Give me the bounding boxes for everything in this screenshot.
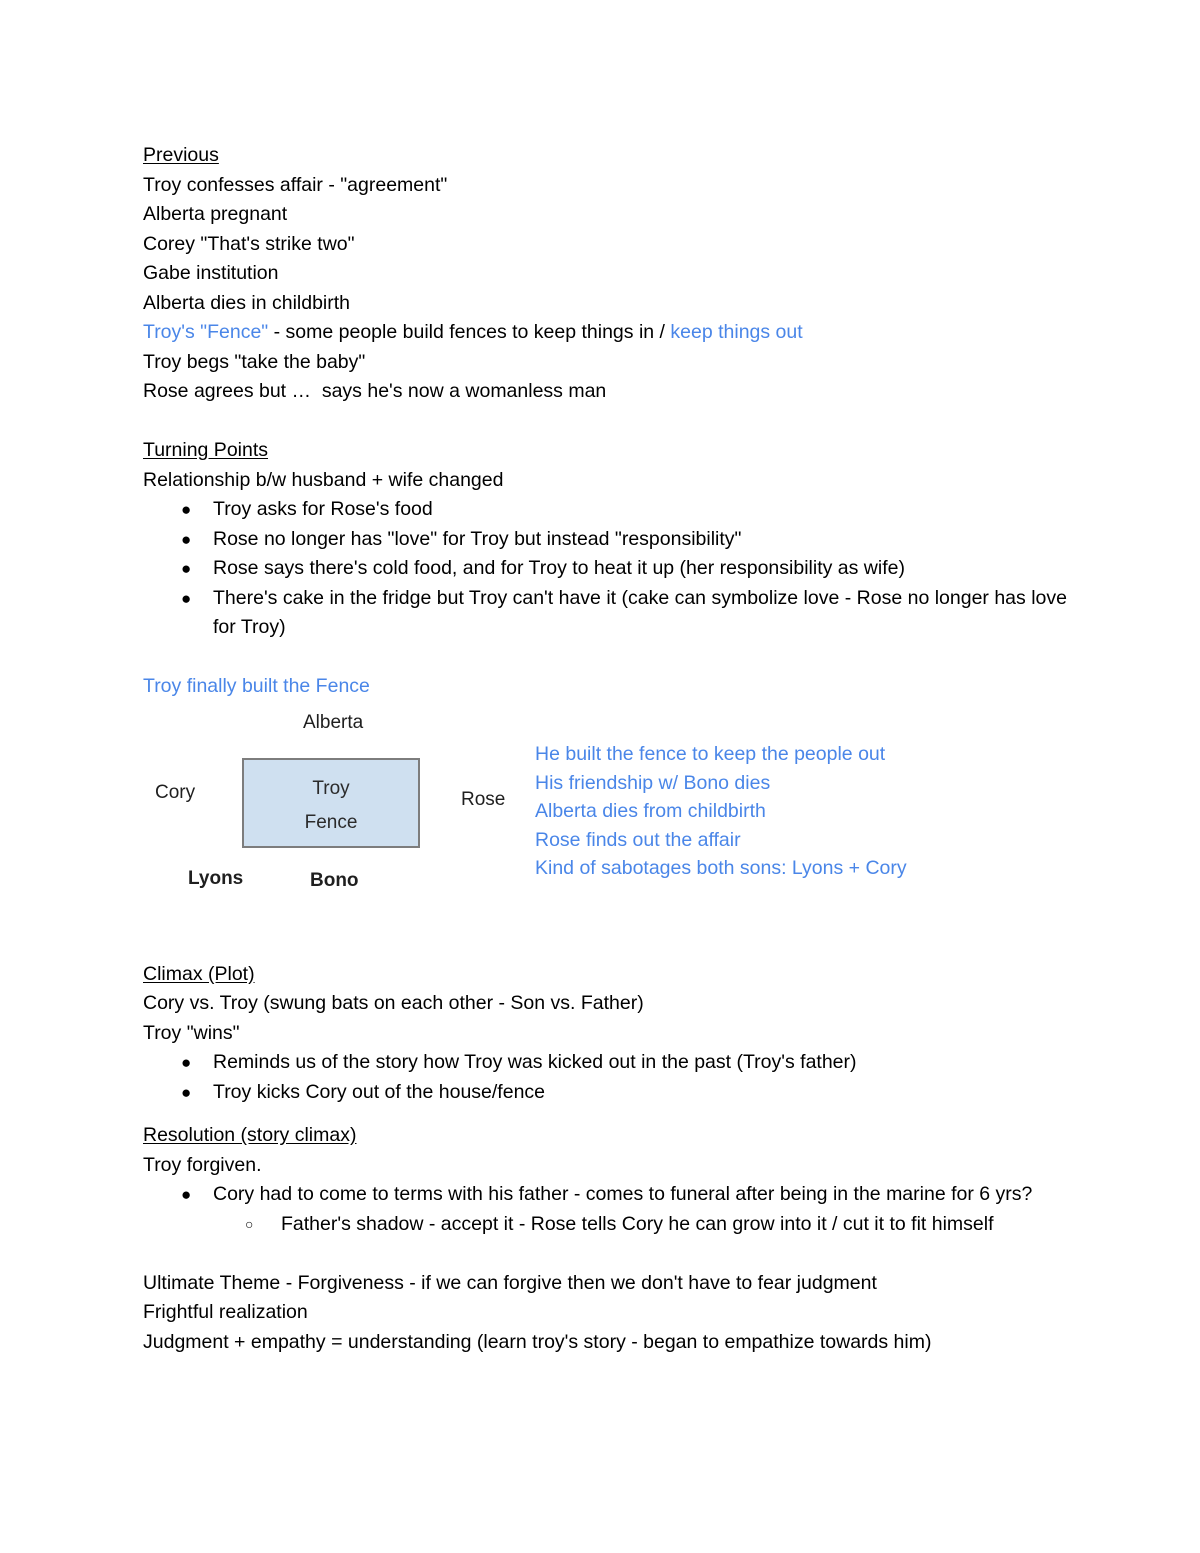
list-item: ○ Father's shadow - accept it - Rose tell…	[213, 1210, 1073, 1240]
list-item-text: Father's shadow - accept it - Rose tells…	[281, 1212, 994, 1235]
theme-line-1: Ultimate Theme - Forgiveness - if we can…	[143, 1271, 877, 1294]
previous-line-7: Rose agrees but … says he's now a womanl…	[143, 380, 607, 402]
diagram-label-rose: Rose	[461, 789, 506, 810]
diagram-label-alberta: Alberta	[303, 712, 364, 733]
resolution-sub-bullet-list: ○ Father's shadow - accept it - Rose tell…	[213, 1210, 1073, 1240]
previous-line-3: Corey "That's strike two"	[143, 232, 355, 255]
bullet-dot-icon: ●	[181, 500, 192, 519]
list-item: ● Rose no longer has "love" for Troy but …	[143, 525, 1073, 555]
climax-line-1: Cory vs. Troy (swung bats on each other …	[143, 992, 644, 1014]
list-item-text: Rose no longer has "love" for Troy but i…	[213, 527, 742, 550]
climax-bullet-list: ● Reminds us of the story how Troy was ki…	[143, 1048, 1073, 1107]
list-item: ● Rose says there's cold food, and for Tr…	[143, 554, 1073, 584]
theme-line-2: Frightful realization	[143, 1301, 308, 1323]
list-item-text: There's cake in the fridge but Troy can'…	[213, 586, 1067, 639]
fence-box-subtitle: Fence	[304, 812, 358, 833]
previous-line-2: Alberta pregnant	[143, 203, 288, 225]
list-item-text: Rose says there's cold food, and for Tro…	[213, 557, 905, 579]
fence-phrase-black: - some people build fences to keep thing…	[268, 321, 671, 343]
bullet-dot-icon: ●	[181, 1053, 192, 1072]
turning-points-bullet-list: ● Troy asks for Rose's food ● Rose no long…	[143, 495, 1073, 643]
bullet-dot-icon: ●	[181, 588, 192, 608]
list-item-text: Troy kicks Cory out of the house/fence	[213, 1080, 546, 1103]
fence-phrase-blue-start: Troy's "Fence"	[143, 321, 269, 343]
diagram-annotations: He built the fence to keep the people ou…	[535, 740, 907, 883]
list-item: ● There's cake in the fridge but Troy can…	[143, 584, 1073, 643]
list-item-text: Reminds us of the story how Troy was kic…	[213, 1051, 857, 1073]
fence-box-shape: Troy Fence	[242, 758, 420, 848]
fence-phrase-blue-end: keep things out	[670, 321, 803, 343]
heading-climax: Climax (Plot)	[143, 962, 255, 985]
theme-line-3: Judgment + empathy = understanding (lear…	[143, 1330, 932, 1353]
annotation-line: Rose finds out the affair	[535, 828, 741, 851]
climax-line-2: Troy "wins"	[143, 1021, 240, 1044]
bullet-dot-icon: ●	[181, 1185, 192, 1204]
previous-line-6: Troy begs "take the baby"	[143, 350, 366, 373]
previous-fence-line: Troy's "Fence" - some people build fence…	[143, 318, 1073, 348]
document-page: Previous Troy confesses affair - "agreem…	[0, 0, 1200, 1553]
turning-points-intro: Relationship b/w husband + wife changed	[143, 468, 504, 491]
diagram-label-cory: Cory	[155, 782, 196, 803]
heading-turning-points: Turning Points	[143, 439, 269, 461]
previous-line-5: Alberta dies in childbirth	[143, 291, 351, 314]
heading-previous: Previous	[143, 144, 219, 166]
annotation-line: Alberta dies from childbirth	[535, 800, 766, 822]
previous-line-4: Gabe institution	[143, 262, 279, 284]
fence-built-line: Troy finally built the Fence	[143, 675, 370, 697]
resolution-line-1: Troy forgiven.	[143, 1153, 262, 1176]
diagram-label-bono: Bono	[310, 870, 359, 891]
list-item: ● Reminds us of the story how Troy was ki…	[143, 1048, 1073, 1078]
annotation-line: He built the fence to keep the people ou…	[535, 743, 886, 765]
annotation-line: His friendship w/ Bono dies	[535, 771, 771, 794]
heading-resolution: Resolution (story climax)	[143, 1124, 357, 1146]
resolution-bullet-list: ● Cory had to come to terms with his fath…	[143, 1180, 1073, 1239]
fence-diagram: Alberta Cory Rose Lyons Bono Troy Fence …	[143, 700, 1073, 900]
previous-line-1: Troy confesses affair - "agreement"	[143, 173, 448, 196]
list-item: ● Troy kicks Cory out of the house/fence	[143, 1078, 1073, 1108]
list-item-text: Cory had to come to terms with his fathe…	[213, 1183, 1033, 1205]
bullet-dot-icon: ●	[181, 559, 192, 578]
bullet-circle-icon: ○	[245, 1215, 254, 1232]
bullet-dot-icon: ●	[181, 529, 192, 549]
list-item: ● Cory had to come to terms with his fath…	[143, 1180, 1073, 1239]
list-item-text: Troy asks for Rose's food	[213, 498, 433, 520]
annotation-line: Kind of sabotages both sons: Lyons + Cor…	[535, 857, 907, 879]
diagram-label-lyons: Lyons	[188, 868, 244, 889]
fence-box-title: Troy	[312, 778, 350, 799]
bullet-dot-icon: ●	[181, 1082, 192, 1102]
list-item: ● Troy asks for Rose's food	[143, 495, 1073, 525]
